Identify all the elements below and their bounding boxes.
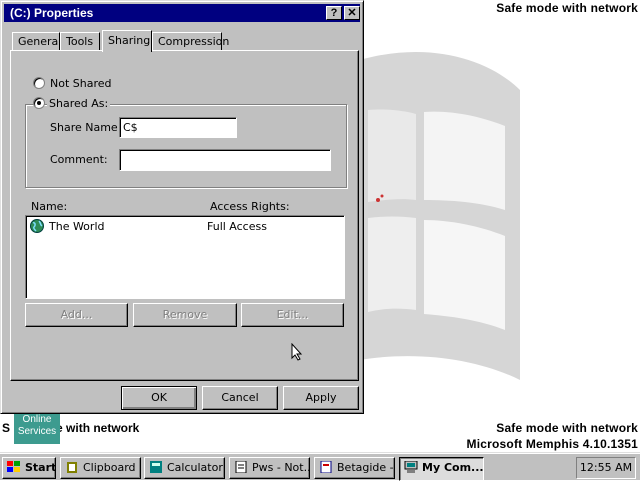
properties-window: (C:) Properties ? ✕ General Tools Sharin… bbox=[0, 0, 364, 414]
safe-mode-label-bottom: Safe mode with network Microsoft Memphis… bbox=[467, 420, 638, 452]
not-shared-label: Not Shared bbox=[50, 77, 112, 90]
task-label: Calculator bbox=[167, 461, 223, 474]
shared-as-label: Shared As: bbox=[47, 97, 111, 110]
task-label: My Com... bbox=[422, 461, 484, 474]
task-my-computer[interactable]: My Com... bbox=[399, 457, 484, 481]
system-tray-clock[interactable]: 12:55 AM bbox=[576, 457, 636, 479]
clipboard-icon bbox=[67, 462, 77, 473]
safe-mode-left-suffix: e with network bbox=[56, 421, 140, 435]
ok-button[interactable]: OK bbox=[121, 386, 197, 410]
entry-name: The World bbox=[49, 220, 105, 233]
tab-tools[interactable]: Tools bbox=[60, 32, 100, 50]
share-name-value: C$ bbox=[123, 121, 138, 134]
task-calculator[interactable]: Calculator bbox=[144, 457, 225, 479]
globe-icon bbox=[30, 219, 44, 233]
comment-input[interactable] bbox=[119, 149, 331, 171]
document-icon bbox=[320, 461, 332, 473]
calculator-icon bbox=[150, 461, 162, 473]
share-name-input[interactable]: C$ bbox=[119, 117, 237, 138]
windows-flag-icon bbox=[7, 461, 20, 472]
remove-button[interactable]: Remove bbox=[133, 303, 237, 327]
list-header-access: Access Rights: bbox=[210, 200, 290, 213]
radio-selected-dot bbox=[37, 101, 41, 105]
edit-button[interactable]: Edit... bbox=[241, 303, 344, 327]
add-button[interactable]: Add... bbox=[25, 303, 128, 327]
start-label: Start bbox=[25, 461, 56, 474]
help-button[interactable]: ? bbox=[326, 6, 342, 20]
safe-mode-left-prefix: S bbox=[2, 421, 11, 435]
task-label: Clipboard ... bbox=[83, 461, 140, 474]
window-titlebar[interactable]: (C:) Properties ? ✕ bbox=[4, 4, 360, 22]
entry-access: Full Access bbox=[207, 220, 267, 233]
close-button[interactable]: ✕ bbox=[344, 6, 360, 20]
shared-as-radio[interactable] bbox=[33, 97, 45, 109]
build-info-label: Microsoft Memphis 4.10.1351 bbox=[466, 437, 638, 451]
share-name-label: Share Name: bbox=[50, 121, 122, 134]
computer-icon bbox=[404, 461, 418, 473]
list-header-name: Name: bbox=[31, 200, 68, 213]
task-betagide[interactable]: Betagide -... bbox=[314, 457, 395, 479]
window-title: (C:) Properties bbox=[10, 6, 94, 20]
apply-button[interactable]: Apply bbox=[283, 386, 359, 410]
task-label: Betagide -... bbox=[337, 461, 394, 474]
safe-mode-label-top: Safe mode with network bbox=[496, 1, 638, 15]
task-notepad[interactable]: Pws - Not... bbox=[229, 457, 310, 479]
windows-logo-wallpaper bbox=[360, 51, 520, 380]
safe-mode-label-bottom-line: Safe mode with network bbox=[496, 421, 638, 435]
task-clipboard[interactable]: Clipboard ... bbox=[60, 457, 141, 479]
list-item[interactable]: The World Full Access bbox=[29, 219, 329, 235]
start-button[interactable]: Start bbox=[2, 457, 56, 479]
tab-sharing[interactable]: Sharing bbox=[102, 30, 152, 52]
not-shared-radio[interactable] bbox=[33, 77, 45, 89]
cancel-button[interactable]: Cancel bbox=[202, 386, 278, 410]
taskbar: Start Clipboard ... Calculator Pws - Not… bbox=[0, 452, 640, 481]
access-list[interactable]: The World Full Access bbox=[25, 215, 345, 299]
task-label: Pws - Not... bbox=[252, 461, 310, 474]
tab-general[interactable]: General bbox=[12, 32, 61, 50]
online-services-icon[interactable]: Online Services bbox=[14, 412, 60, 444]
tab-compression[interactable]: Compression bbox=[152, 32, 229, 50]
notepad-icon bbox=[235, 461, 247, 473]
comment-label: Comment: bbox=[50, 153, 108, 166]
mouse-cursor-icon bbox=[291, 343, 303, 361]
